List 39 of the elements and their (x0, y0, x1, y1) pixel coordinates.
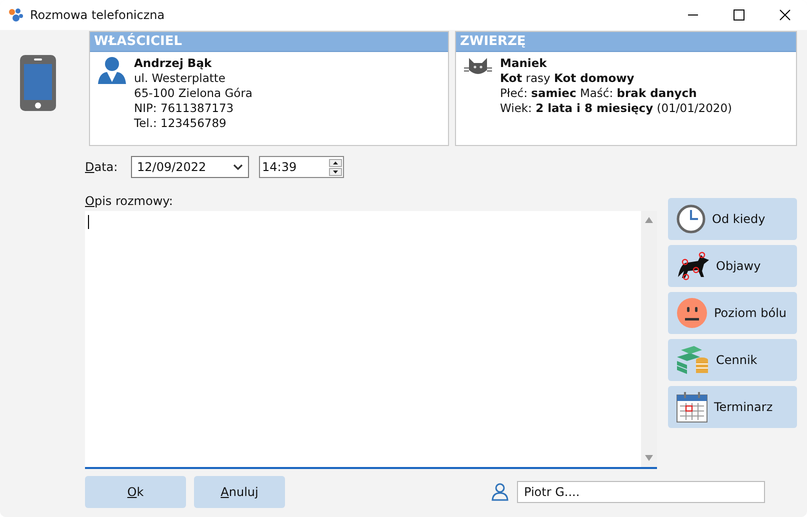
calendar-icon (676, 391, 708, 423)
date-label: Data: (85, 160, 119, 174)
description-label: Opis rozmowy: (85, 194, 174, 208)
window-title: Rozmowa telefoniczna (30, 8, 165, 22)
time-field[interactable]: 14:39 (259, 156, 344, 178)
side-button[interactable]: Objawy (668, 245, 797, 287)
money-icon (676, 345, 710, 375)
dog-icon (676, 251, 710, 281)
app-icon (8, 7, 24, 23)
date-picker[interactable]: 12/09/2022 (131, 156, 249, 178)
dialog-button[interactable]: Anuluj (194, 476, 285, 508)
chevron-down-icon[interactable] (233, 164, 243, 170)
close-icon[interactable] (779, 9, 791, 21)
dialog-button[interactable]: Ok (85, 476, 186, 508)
panel-header: WŁAŚCICIEL (90, 32, 448, 52)
animal-detail: Wiek: 2 lata i 8 miesięcy (01/01/2020) (500, 101, 732, 116)
clock-icon (676, 204, 706, 234)
neutral-face-icon (676, 297, 708, 329)
person-icon (98, 56, 126, 84)
description-field[interactable] (85, 211, 657, 469)
owner-detail: ul. Westerplatte (134, 71, 227, 86)
spin-down-icon[interactable] (329, 168, 342, 176)
maximize-icon[interactable] (733, 9, 745, 21)
owner-detail: Tel.: 123456789 (134, 116, 228, 131)
owner-detail: NIP: 7611387173 (134, 101, 235, 116)
side-button[interactable]: Od kiedy (668, 198, 797, 240)
owner-detail: 65-100 Zielona Góra (134, 86, 252, 101)
side-button[interactable]: Cennik (668, 339, 797, 381)
side-button[interactable]: Poziom bólu (668, 292, 797, 334)
user-icon (491, 483, 509, 501)
phone-icon (20, 55, 56, 111)
side-button[interactable]: Terminarz (668, 386, 797, 428)
user-field[interactable]: Piotr G.... (517, 481, 765, 503)
spin-up-icon[interactable] (329, 158, 342, 166)
animal-detail: Kot rasy Kot domowy (500, 71, 636, 86)
animal-detail: Płeć: samiec Maść: brak danych (500, 86, 698, 101)
owner-name: Andrzej Bąk (134, 56, 213, 71)
panel-header: ZWIERZĘ (456, 32, 796, 52)
animal-name: Maniek (500, 56, 548, 71)
